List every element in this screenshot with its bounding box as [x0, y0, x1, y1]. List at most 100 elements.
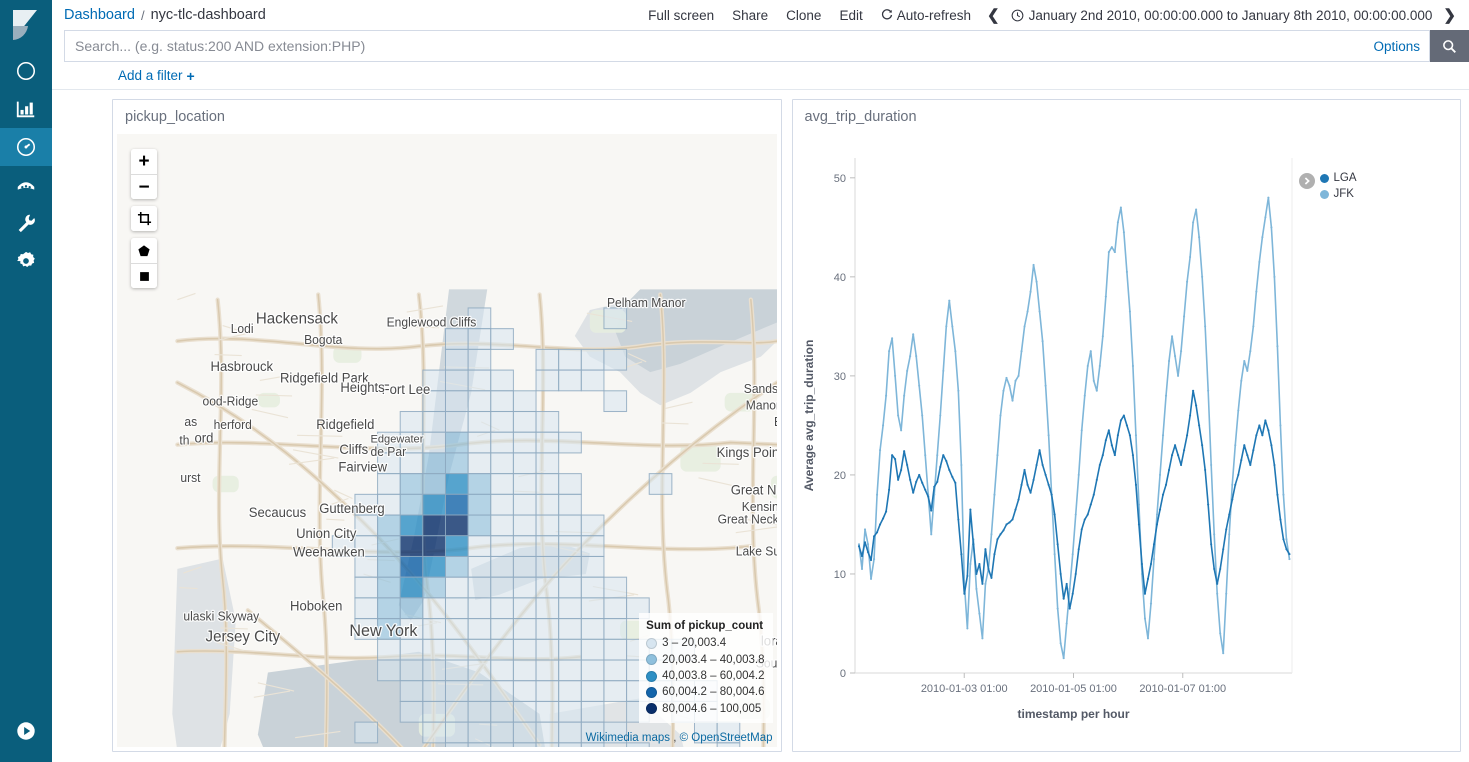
- svg-text:2010-01-03 01:00: 2010-01-03 01:00: [920, 683, 1007, 695]
- svg-text:2010-01-07 01:00: 2010-01-07 01:00: [1139, 683, 1226, 695]
- filter-bar: Add a filter +: [52, 62, 1469, 90]
- svg-text:New York: New York: [349, 622, 418, 640]
- legend-item-lga[interactable]: LGA: [1319, 172, 1357, 184]
- svg-text:Cliffs: Cliffs: [339, 442, 368, 457]
- panel-title-pickup-location[interactable]: pickup_location: [113, 100, 781, 134]
- full-screen-button[interactable]: Full screen: [639, 8, 723, 23]
- sidebar-item-dashboard[interactable]: [0, 128, 52, 166]
- draw-polygon-button[interactable]: [131, 238, 157, 263]
- sidebar-item-management[interactable]: [0, 242, 52, 280]
- map-legend-row: 20,003.4 – 40,003.8: [646, 652, 765, 668]
- svg-text:Heights: Heights: [340, 380, 385, 395]
- svg-text:de Par: de Par: [371, 445, 407, 459]
- zoom-in-button[interactable]: +: [131, 149, 157, 174]
- add-filter-button[interactable]: Add a filter +: [118, 68, 195, 84]
- time-range-label: January 2nd 2010, 00:00:00.000 to Januar…: [1028, 7, 1433, 23]
- polygon-icon: [137, 244, 151, 258]
- svg-text:Lodi: Lodi: [231, 322, 254, 336]
- auto-refresh-button[interactable]: Auto-refresh: [872, 8, 980, 23]
- svg-text:Edgewater: Edgewater: [371, 433, 424, 445]
- search-submit-button[interactable]: [1430, 30, 1469, 62]
- collapse-nav-button[interactable]: [0, 712, 52, 750]
- svg-text:herford: herford: [214, 418, 252, 432]
- svg-text:Baxter Estates: Baxter Estates: [774, 415, 777, 429]
- legend-range-label: 3 – 20,003.4: [662, 637, 727, 650]
- kibana-logo[interactable]: [0, 0, 52, 52]
- svg-text:Secaucus: Secaucus: [249, 505, 307, 520]
- attribution-copyright-link[interactable]: © OpenStreetMap: [680, 732, 773, 744]
- search-icon: [1442, 39, 1457, 54]
- dashboard-header: Dashboard / nyc-tlc-dashboard Full scree…: [52, 0, 1469, 30]
- attribution-provider-link[interactable]: Wikimedia maps: [586, 732, 670, 744]
- legend-swatch: [646, 638, 658, 650]
- svg-text:Great Neck Plaza: Great Neck Plaza: [718, 512, 777, 526]
- crop-icon: [137, 211, 152, 226]
- breadcrumb: Dashboard / nyc-tlc-dashboard: [64, 7, 266, 23]
- svg-text:timestamp per hour: timestamp per hour: [1017, 707, 1129, 721]
- legend-range-label: 60,004.2 – 80,004.6: [662, 686, 765, 699]
- map-legend-title: Sum of pickup_count: [646, 620, 764, 633]
- map-legend: Sum of pickup_count 3 – 20,003.4 20,003.…: [639, 613, 773, 723]
- main-content: Dashboard / nyc-tlc-dashboard Full scree…: [52, 0, 1469, 762]
- svg-text:Lake Success: Lake Success: [736, 544, 777, 558]
- edit-label: Edit: [839, 7, 863, 23]
- legend-item-jfk[interactable]: JFK: [1319, 188, 1357, 200]
- svg-text:Englewood Cliffs: Englewood Cliffs: [387, 315, 477, 329]
- legend-swatch: [1319, 189, 1329, 199]
- panel-avg-trip-duration: avg_trip_duration 0 10 20 30 40 50 Average avg…: [791, 99, 1461, 752]
- legend-swatch: [646, 703, 658, 715]
- clock-icon: [1011, 9, 1024, 22]
- map-controls: + −: [131, 149, 157, 288]
- panel-pickup-location: pickup_location Pelham Manor Hackensack En…: [112, 99, 782, 752]
- chart-panel-body[interactable]: 0 10 20 30 40 50 Average avg_trip_duration 2010…: [797, 134, 1457, 747]
- panel-title-avg-trip-duration[interactable]: avg_trip_duration: [793, 100, 1461, 134]
- time-previous-button[interactable]: ❮: [980, 6, 1007, 24]
- auto-refresh-label: Auto-refresh: [896, 7, 972, 23]
- zoom-out-button[interactable]: −: [131, 174, 157, 199]
- header-actions: Full screen Share Clone Edit Auto-refres…: [639, 6, 1469, 24]
- svg-text:Sands Point: Sands Point: [744, 382, 777, 396]
- line-chart-canvas[interactable]: 0 10 20 30 40 50 Average avg_trip_duration 2010…: [797, 134, 1457, 747]
- svg-text:Jersey City: Jersey City: [206, 628, 281, 645]
- sidebar-item-timelion[interactable]: [0, 166, 52, 204]
- clone-button[interactable]: Clone: [777, 8, 830, 23]
- map-legend-row: 3 – 20,003.4: [646, 635, 764, 651]
- svg-text:Union City: Union City: [296, 526, 357, 541]
- breadcrumb-separator: /: [140, 7, 145, 23]
- sidebar-item-discover[interactable]: [0, 52, 52, 90]
- query-options-link[interactable]: Options: [1373, 30, 1420, 62]
- draw-rectangle-button[interactable]: [131, 263, 157, 288]
- svg-text:Fort Lee: Fort Lee: [382, 382, 431, 397]
- search-input[interactable]: [64, 30, 1430, 62]
- sidebar-item-dev-tools[interactable]: [0, 204, 52, 242]
- map-legend-row: 60,004.2 – 80,004.6: [646, 684, 765, 700]
- rectangle-icon: [138, 270, 151, 283]
- add-filter-label: Add a filter: [118, 68, 183, 83]
- query-bar: Options: [52, 30, 1469, 62]
- time-range-picker[interactable]: January 2nd 2010, 00:00:00.000 to Januar…: [1007, 8, 1437, 23]
- share-label: Share: [732, 7, 769, 23]
- legend-label: JFK: [1333, 188, 1354, 200]
- svg-text:th: th: [179, 433, 189, 447]
- sidebar-item-visualize[interactable]: [0, 90, 52, 128]
- svg-text:10: 10: [833, 569, 845, 581]
- edit-button[interactable]: Edit: [830, 8, 871, 23]
- share-button[interactable]: Share: [723, 8, 777, 23]
- chart-legend: LGA JFK: [1319, 172, 1357, 200]
- svg-text:Guttenberg: Guttenberg: [319, 501, 384, 516]
- breadcrumb-dashboard-link[interactable]: Dashboard: [64, 7, 135, 23]
- clone-label: Clone: [786, 7, 822, 23]
- svg-text:ord: ord: [194, 430, 213, 445]
- map-panel-body[interactable]: Pelham Manor Hackensack Englewood Cliffs Lo…: [117, 134, 777, 747]
- svg-text:ood-Ridge: ood-Ridge: [203, 394, 259, 408]
- time-next-button[interactable]: ❯: [1436, 6, 1463, 24]
- svg-text:Bogota: Bogota: [304, 333, 342, 347]
- fit-bounds-button[interactable]: [131, 206, 157, 231]
- legend-collapse-button[interactable]: [1298, 173, 1315, 189]
- svg-text:30: 30: [833, 371, 845, 383]
- breadcrumb-current-title: nyc-tlc-dashboard: [150, 7, 266, 23]
- legend-swatch: [646, 687, 658, 698]
- legend-swatch: [1319, 173, 1329, 183]
- svg-text:as: as: [184, 415, 197, 429]
- svg-text:Great Neck: Great Neck: [731, 482, 777, 497]
